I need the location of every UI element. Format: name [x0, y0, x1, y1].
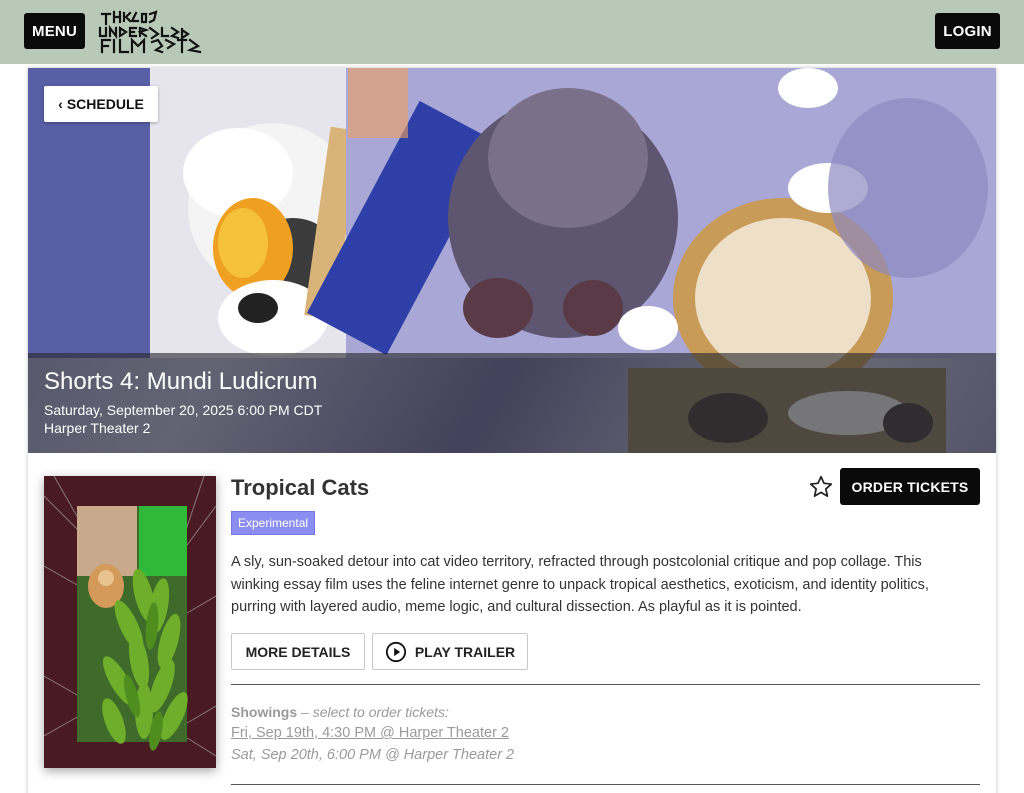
film-detail-card: ‹ SCHEDULE Shorts 4: Mundi Ludicrum Satu… [28, 68, 996, 793]
showings-subtitle: – select to order tickets: [301, 704, 449, 720]
program-venue: Harper Theater 2 [44, 420, 151, 436]
login-button[interactable]: LOGIN [935, 13, 1000, 49]
menu-button[interactable]: MENU [24, 13, 85, 49]
showings-title: Showings [231, 704, 298, 720]
back-to-schedule-label: SCHEDULE [66, 96, 144, 112]
more-details-button[interactable]: MORE DETAILS [231, 633, 365, 670]
film-title: Tropical Cats [231, 475, 370, 500]
play-trailer-label: PLAY TRAILER [414, 643, 516, 660]
hero-banner: ‹ SCHEDULE Shorts 4: Mundi Ludicrum Satu… [28, 68, 996, 453]
play-circle-icon [385, 641, 406, 662]
section-divider [231, 684, 980, 685]
showings-heading: Showings – select to order tickets: [231, 704, 449, 720]
star-outline-icon[interactable] [808, 474, 834, 500]
film-description: A sly, sun-soaked detour into cat video … [231, 554, 929, 615]
poster-image [44, 476, 216, 768]
genre-tag[interactable]: Experimental [231, 511, 316, 535]
program-title: Shorts 4: Mundi Ludicrum [44, 368, 318, 395]
logo-icon [98, 10, 202, 54]
back-to-schedule-button[interactable]: ‹ SCHEDULE [44, 86, 158, 122]
chevron-left-icon: ‹ [58, 96, 63, 112]
play-trailer-button[interactable]: PLAY TRAILER [372, 633, 528, 670]
order-tickets-button[interactable]: ORDER TICKETS [840, 468, 980, 505]
showing-item-fri-sep-19[interactable]: Fri, Sep 19th, 4:30 PM @ Harper Theater … [231, 725, 509, 741]
more-details-label: MORE DETAILS [245, 643, 351, 660]
section-divider [231, 784, 980, 785]
program-datetime: Saturday, September 20, 2025 6:00 PM CDT [44, 402, 323, 418]
top-navigation-bar: MENU LOGIN [0, 0, 1024, 64]
film-poster[interactable] [44, 476, 216, 768]
festival-logo[interactable] [96, 10, 206, 54]
showing-item-sat-sep-20: Sat, Sep 20th, 6:00 PM @ Harper Theater … [231, 747, 515, 763]
